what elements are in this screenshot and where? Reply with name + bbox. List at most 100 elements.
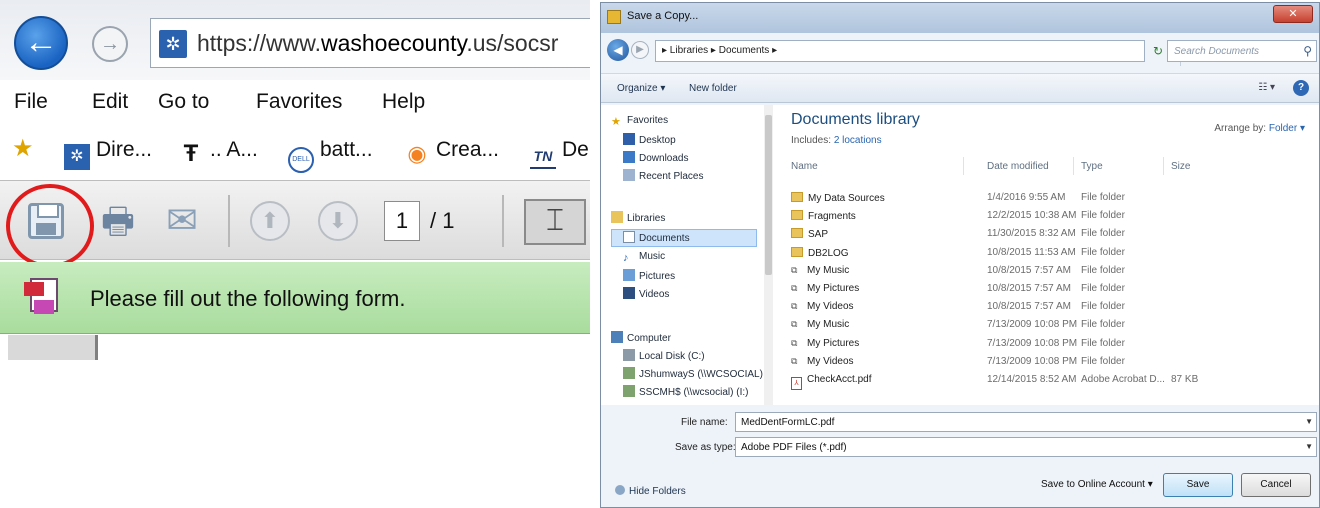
forward-button[interactable]: → bbox=[92, 26, 128, 62]
nav-item-network-share[interactable]: SSCMH$ (\\wcsocial) (I:) bbox=[623, 385, 748, 398]
help-icon[interactable]: ? bbox=[1293, 80, 1309, 96]
organize-button[interactable]: Organize ▾ bbox=[617, 83, 665, 94]
file-name-cell: ⧉ My Music bbox=[791, 319, 849, 330]
nav-item-favorites[interactable]: ★ Favorites bbox=[611, 115, 668, 128]
disk-icon bbox=[623, 349, 635, 361]
email-icon[interactable]: ✉ bbox=[160, 199, 204, 243]
nav-scrollbar[interactable] bbox=[764, 105, 773, 405]
nav-item-videos[interactable]: Videos bbox=[623, 287, 669, 300]
save-type-select[interactable]: Adobe PDF Files (*.pdf) ▼ bbox=[735, 437, 1317, 457]
star-icon: ★ bbox=[611, 116, 621, 128]
locations-link[interactable]: 2 locations bbox=[834, 135, 882, 146]
form-icon bbox=[24, 278, 58, 318]
menu-edit[interactable]: Edit bbox=[92, 90, 128, 114]
file-name-text: My Pictures bbox=[807, 337, 860, 349]
back-button[interactable]: ← bbox=[14, 16, 68, 70]
previous-page-button[interactable]: ⬆ bbox=[250, 201, 290, 241]
file-row[interactable]: Fragments 12/2/2015 10:38 AM File folder bbox=[773, 207, 1319, 225]
nav-item-music[interactable]: ♪ Music bbox=[623, 251, 665, 264]
column-header-size[interactable]: Size bbox=[1171, 161, 1190, 172]
chevron-down-icon[interactable]: ▼ bbox=[1305, 442, 1313, 451]
file-date-cell: 10/8/2015 7:57 AM bbox=[987, 283, 1071, 294]
column-header-date[interactable]: Date modified bbox=[987, 161, 1049, 172]
forward-button[interactable]: ▶ bbox=[631, 41, 649, 59]
file-row[interactable]: ⧉ My Pictures 10/8/2015 7:57 AM File folder bbox=[773, 280, 1319, 298]
favorite-item[interactable]: ✲ Dire... bbox=[64, 138, 152, 170]
file-type-cell: File folder bbox=[1081, 228, 1125, 240]
chevron-down-icon[interactable]: ▼ bbox=[1305, 417, 1313, 426]
save-dialog: Save a Copy... ✕ ◀ ▶ ▸ Libraries ▸ Docum… bbox=[600, 2, 1320, 508]
nav-item-local-disk[interactable]: Local Disk (C:) bbox=[623, 349, 705, 362]
favorite-item[interactable]: DELL batt... bbox=[288, 138, 373, 173]
back-button[interactable]: ◀ bbox=[607, 39, 629, 61]
favorite-item[interactable]: Ŧ.. A... bbox=[178, 138, 258, 167]
nav-item-documents[interactable]: Documents bbox=[623, 231, 690, 244]
document-area bbox=[0, 335, 590, 360]
search-input[interactable]: Search Documents ⚲ bbox=[1167, 40, 1317, 62]
nav-item-pictures[interactable]: Pictures bbox=[623, 269, 675, 282]
file-row[interactable]: DB2LOG 10/8/2015 11:53 AM File folder bbox=[773, 244, 1319, 262]
save-to-online-account-button[interactable]: Save to Online Account ▾ bbox=[1041, 479, 1153, 490]
hide-folders-button[interactable]: Hide Folders bbox=[615, 485, 686, 497]
file-row[interactable]: ⧉ My Videos 7/13/2009 10:08 PM File folder bbox=[773, 353, 1319, 371]
tn-logo-icon: TN bbox=[530, 143, 556, 169]
nav-item-downloads[interactable]: Downloads bbox=[623, 151, 688, 164]
toolbar-divider bbox=[228, 195, 230, 247]
file-row[interactable]: ⧉ My Music 10/8/2015 7:57 AM File folder bbox=[773, 262, 1319, 280]
menu-help[interactable]: Help bbox=[382, 90, 425, 114]
file-name-text: SAP bbox=[808, 229, 829, 241]
file-name-cell: ⧉ My Videos bbox=[791, 356, 854, 367]
library-includes: Includes: 2 locations bbox=[791, 135, 882, 146]
address-bar[interactable]: ✲ https://www.washoecounty.us/socsr bbox=[150, 18, 590, 68]
file-list-pane: Documents library Includes: 2 locations … bbox=[773, 105, 1319, 405]
page-number-input[interactable]: 1 bbox=[384, 201, 420, 241]
form-notification-bar: Please fill out the following form. bbox=[0, 262, 590, 334]
screenshot-root: ← → ✲ https://www.washoecounty.us/socsr … bbox=[0, 0, 1320, 508]
breadcrumb[interactable]: ▸ Libraries ▸ Documents ▸ ▼ bbox=[655, 40, 1195, 66]
arrange-by-dropdown[interactable]: Folder ▾ bbox=[1269, 123, 1305, 134]
nav-item-computer[interactable]: Computer bbox=[611, 331, 671, 344]
menu-file[interactable]: File bbox=[14, 90, 48, 114]
file-name-cell: My Data Sources bbox=[791, 192, 885, 204]
view-options-icon[interactable]: ☷ ▾ bbox=[1258, 82, 1275, 93]
file-row[interactable]: My Data Sources 1/4/2016 9:55 AM File fold… bbox=[773, 189, 1319, 207]
favorite-item[interactable]: TN De bbox=[530, 138, 589, 169]
file-row[interactable]: SAP 11/30/2015 8:32 AM File folder bbox=[773, 225, 1319, 243]
favorite-item[interactable]: ◉ Crea... bbox=[404, 138, 499, 167]
file-row[interactable]: ⅄ CheckAcct.pdf 12/14/2015 8:52 AM Adobe Ac… bbox=[773, 371, 1319, 390]
column-header-type[interactable]: Type bbox=[1081, 161, 1103, 172]
nav-item-network-share[interactable]: JShumwayS (\\WCSOCIAL) (H bbox=[623, 367, 776, 380]
column-header-name[interactable]: Name bbox=[791, 161, 818, 172]
nav-item-desktop[interactable]: Desktop bbox=[623, 133, 676, 146]
file-date-cell: 12/2/2015 10:38 AM bbox=[987, 210, 1077, 222]
print-icon[interactable]: 🖶 bbox=[96, 199, 140, 243]
file-row[interactable]: ⧉ My Music 7/13/2009 10:08 PM File folder bbox=[773, 316, 1319, 334]
save-button[interactable]: Save bbox=[1163, 473, 1233, 497]
collapse-icon bbox=[615, 485, 625, 495]
folder-icon bbox=[791, 228, 803, 239]
file-name-input[interactable]: MedDentFormLC.pdf ▼ bbox=[735, 412, 1317, 432]
select-tool-icon[interactable]: ⌶ bbox=[524, 199, 586, 245]
navigation-pane: ★ Favorites Desktop Downloads Recent Plac… bbox=[601, 105, 776, 405]
nav-item-recent-places[interactable]: Recent Places bbox=[623, 169, 703, 182]
file-row[interactable]: ⧉ My Videos 10/8/2015 7:57 AM File folder bbox=[773, 298, 1319, 316]
cancel-button[interactable]: Cancel bbox=[1241, 473, 1311, 497]
search-icon[interactable]: ⚲ bbox=[1303, 44, 1312, 58]
command-bar: Organize ▾ New folder ☷ ▾ ? bbox=[601, 73, 1319, 103]
orange-logo-icon: ◉ bbox=[407, 141, 427, 166]
close-button[interactable]: ✕ bbox=[1273, 5, 1313, 23]
menu-goto[interactable]: Go to bbox=[158, 90, 209, 114]
file-row[interactable]: ⧉ My Pictures 7/13/2009 10:08 PM File folde… bbox=[773, 335, 1319, 353]
pictures-icon bbox=[623, 269, 635, 281]
computer-icon bbox=[611, 331, 623, 343]
file-date-cell: 10/8/2015 7:57 AM bbox=[987, 264, 1071, 276]
file-name-text: My Music bbox=[807, 319, 850, 331]
menu-favorites[interactable]: Favorites bbox=[256, 90, 342, 114]
nav-item-libraries[interactable]: Libraries bbox=[611, 211, 665, 224]
library-title: Documents library bbox=[791, 111, 920, 128]
next-page-button[interactable]: ⬇ bbox=[318, 201, 358, 241]
favorites-star-icon[interactable]: ★ bbox=[12, 134, 34, 163]
shortcut-folder-icon: ⧉ bbox=[791, 337, 798, 348]
new-folder-button[interactable]: New folder bbox=[689, 83, 737, 94]
refresh-icon[interactable]: ↻ bbox=[1149, 40, 1167, 62]
